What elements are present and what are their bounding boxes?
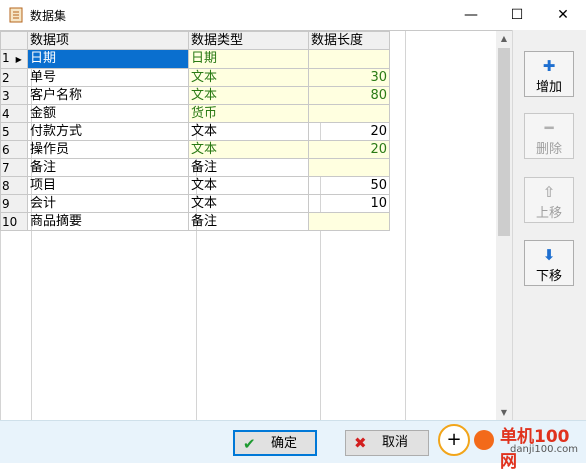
row-header[interactable]: 2 (0, 68, 28, 87)
grid-line (405, 31, 406, 421)
watermark-logo-icon: + (438, 424, 470, 456)
move-down-button[interactable]: ⬇ 下移 (524, 240, 574, 286)
scrollbar-thumb[interactable] (498, 48, 510, 236)
table-row[interactable]: 8 项目 文本 50 (0, 176, 390, 195)
cell-length[interactable]: 20 (308, 122, 390, 141)
cell-item[interactable]: 操作员 (27, 140, 189, 159)
cell-type[interactable]: 日期 (188, 49, 309, 69)
vertical-scrollbar[interactable]: ▲ ▼ (496, 31, 512, 421)
maximize-button[interactable]: ☐ (494, 0, 540, 30)
table-row[interactable]: 7 备注 备注 (0, 158, 390, 177)
cell-type[interactable]: 文本 (188, 176, 309, 195)
title-bar: 数据集 — ☐ ✕ (0, 0, 586, 30)
cell-length[interactable] (308, 49, 390, 69)
cell-item[interactable]: 付款方式 (27, 122, 189, 141)
cell-type[interactable]: 文本 (188, 86, 309, 105)
cell-length[interactable]: 20 (308, 140, 390, 159)
row-header-corner (0, 31, 28, 50)
data-grid[interactable]: 数据项 数据类型 数据长度 1 ▶ 日期 日期 2 单号 文本 30 3 客户名称… (0, 30, 512, 421)
cell-type[interactable]: 货币 (188, 104, 309, 123)
ok-button-label: 确定 (271, 436, 298, 451)
cell-length[interactable]: 80 (308, 86, 390, 105)
row-header[interactable]: 6 (0, 140, 28, 159)
column-header-item[interactable]: 数据项 (27, 31, 189, 50)
move-up-button-label: 上移 (535, 206, 562, 221)
minimize-button[interactable]: — (448, 0, 494, 30)
cell-item[interactable]: 日期 (27, 49, 189, 69)
cell-item[interactable]: 会计 (27, 194, 189, 213)
move-down-button-label: 下移 (535, 269, 562, 284)
side-toolbar: ✚ 增加 ━ 删除 ⇧ 上移 ⬇ 下移 (512, 30, 586, 420)
add-button[interactable]: ✚ 增加 (524, 51, 574, 97)
table-row[interactable]: 5 付款方式 文本 20 (0, 122, 390, 141)
table-row[interactable]: 9 会计 文本 10 (0, 194, 390, 213)
add-button-label: 增加 (535, 80, 562, 95)
cell-length[interactable]: 10 (308, 194, 390, 213)
window-title: 数据集 (30, 9, 67, 23)
header-row: 数据项 数据类型 数据长度 (0, 31, 390, 50)
checkmark-icon: ✔ (243, 435, 256, 453)
column-header-length[interactable]: 数据长度 (308, 31, 390, 50)
row-header[interactable]: 10 (0, 212, 28, 231)
delete-button[interactable]: ━ 删除 (524, 113, 574, 159)
arrow-up-icon: ⇧ (542, 183, 556, 201)
table-row[interactable]: 4 金额 货币 (0, 104, 390, 123)
cell-type[interactable]: 备注 (188, 158, 309, 177)
table-row[interactable]: 2 单号 文本 30 (0, 68, 390, 87)
minus-icon: ━ (544, 119, 554, 137)
column-header-type[interactable]: 数据类型 (188, 31, 309, 50)
watermark-dot-icon (474, 430, 494, 450)
table-row[interactable]: 3 客户名称 文本 80 (0, 86, 390, 105)
row-header[interactable]: 7 (0, 158, 28, 177)
cell-type[interactable]: 文本 (188, 194, 309, 213)
row-header[interactable]: 5 (0, 122, 28, 141)
table-row[interactable]: 1 ▶ 日期 日期 (0, 49, 390, 69)
scroll-down-arrow-icon[interactable]: ▼ (496, 405, 512, 421)
cancel-button[interactable]: ✖ 取消 (345, 430, 429, 456)
cell-item[interactable]: 项目 (27, 176, 189, 195)
cell-type[interactable]: 文本 (188, 122, 309, 141)
row-header[interactable]: 8 (0, 176, 28, 195)
cell-length[interactable] (308, 158, 390, 177)
table-row[interactable]: 10 商品摘要 备注 (0, 212, 390, 231)
cell-item[interactable]: 备注 (27, 158, 189, 177)
current-row-indicator: ▶ (15, 55, 22, 64)
plus-icon: ✚ (542, 57, 556, 75)
cell-item[interactable]: 商品摘要 (27, 212, 189, 231)
row-header[interactable]: 3 (0, 86, 28, 105)
app-icon (9, 7, 23, 23)
cancel-button-label: 取消 (382, 435, 409, 450)
cell-length[interactable]: 30 (308, 68, 390, 87)
row-header[interactable]: 4 (0, 104, 28, 123)
cell-type[interactable]: 文本 (188, 140, 309, 159)
watermark: + 单机100网 danji100.com (438, 420, 586, 472)
cell-item[interactable]: 金额 (27, 104, 189, 123)
grid-table: 数据项 数据类型 数据长度 1 ▶ 日期 日期 2 单号 文本 30 3 客户名称… (0, 31, 390, 231)
cell-type[interactable]: 备注 (188, 212, 309, 231)
ok-button[interactable]: ✔ 确定 (233, 430, 317, 456)
arrow-down-icon: ⬇ (542, 246, 556, 264)
table-row[interactable]: 6 操作员 文本 20 (0, 140, 390, 159)
watermark-url: danji100.com (510, 444, 578, 455)
cell-type[interactable]: 文本 (188, 68, 309, 87)
row-header[interactable]: 1 ▶ (0, 49, 28, 69)
close-button[interactable]: ✕ (540, 0, 586, 30)
move-up-button[interactable]: ⇧ 上移 (524, 177, 574, 223)
cross-icon: ✖ (354, 434, 367, 452)
cell-item[interactable]: 客户名称 (27, 86, 189, 105)
cell-length[interactable] (308, 212, 390, 231)
scroll-up-arrow-icon[interactable]: ▲ (496, 31, 512, 47)
row-header[interactable]: 9 (0, 194, 28, 213)
cell-item[interactable]: 单号 (27, 68, 189, 87)
delete-button-label: 删除 (535, 142, 562, 157)
cell-length[interactable]: 50 (308, 176, 390, 195)
cell-length[interactable] (308, 104, 390, 123)
